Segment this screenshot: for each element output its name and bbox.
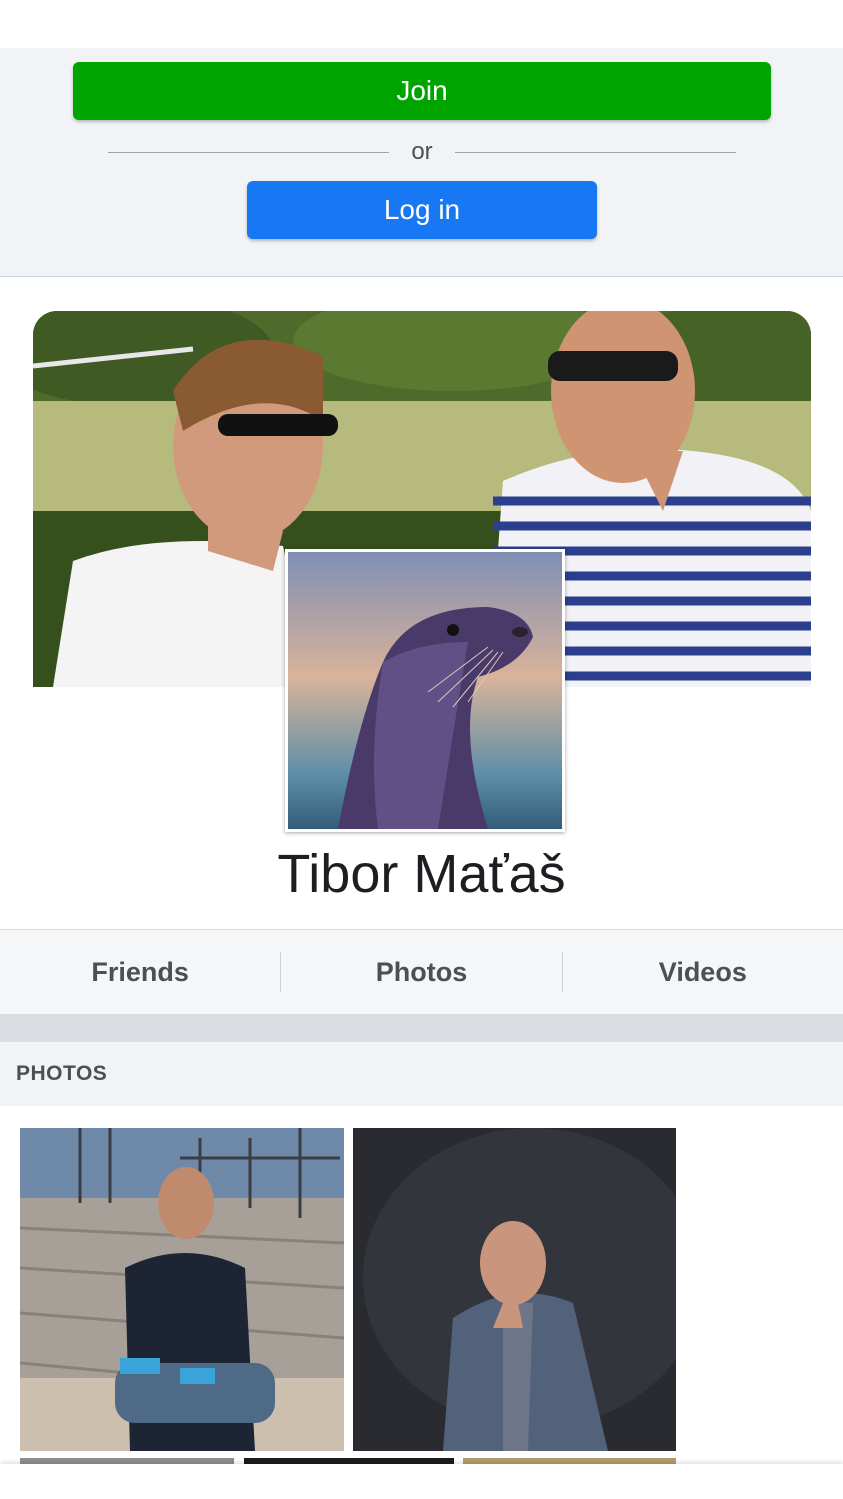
photo-thumbnail[interactable] — [20, 1128, 344, 1451]
or-divider: or — [108, 136, 736, 168]
auth-panel: Join or Log in — [0, 48, 843, 277]
divider-line-left — [108, 151, 390, 153]
bottom-bar — [0, 1464, 843, 1499]
section-gap — [0, 1014, 843, 1042]
profile-name: Tibor Maťaš — [277, 844, 566, 904]
photos-section-title: PHOTOS — [16, 1062, 108, 1085]
profile-tabs: Friends Photos Videos — [0, 929, 843, 1015]
divider-line-right — [454, 151, 736, 153]
or-text: or — [411, 138, 433, 165]
tab-videos[interactable]: Videos — [563, 930, 843, 1014]
login-button[interactable]: Log in — [247, 181, 597, 239]
join-button[interactable]: Join — [73, 62, 771, 120]
tab-photos[interactable]: Photos — [281, 930, 561, 1014]
profile-picture[interactable] — [285, 549, 565, 832]
tab-friends[interactable]: Friends — [0, 930, 280, 1014]
photos-section-header: PHOTOS — [0, 1042, 843, 1106]
photo-thumbnail[interactable] — [353, 1128, 676, 1451]
